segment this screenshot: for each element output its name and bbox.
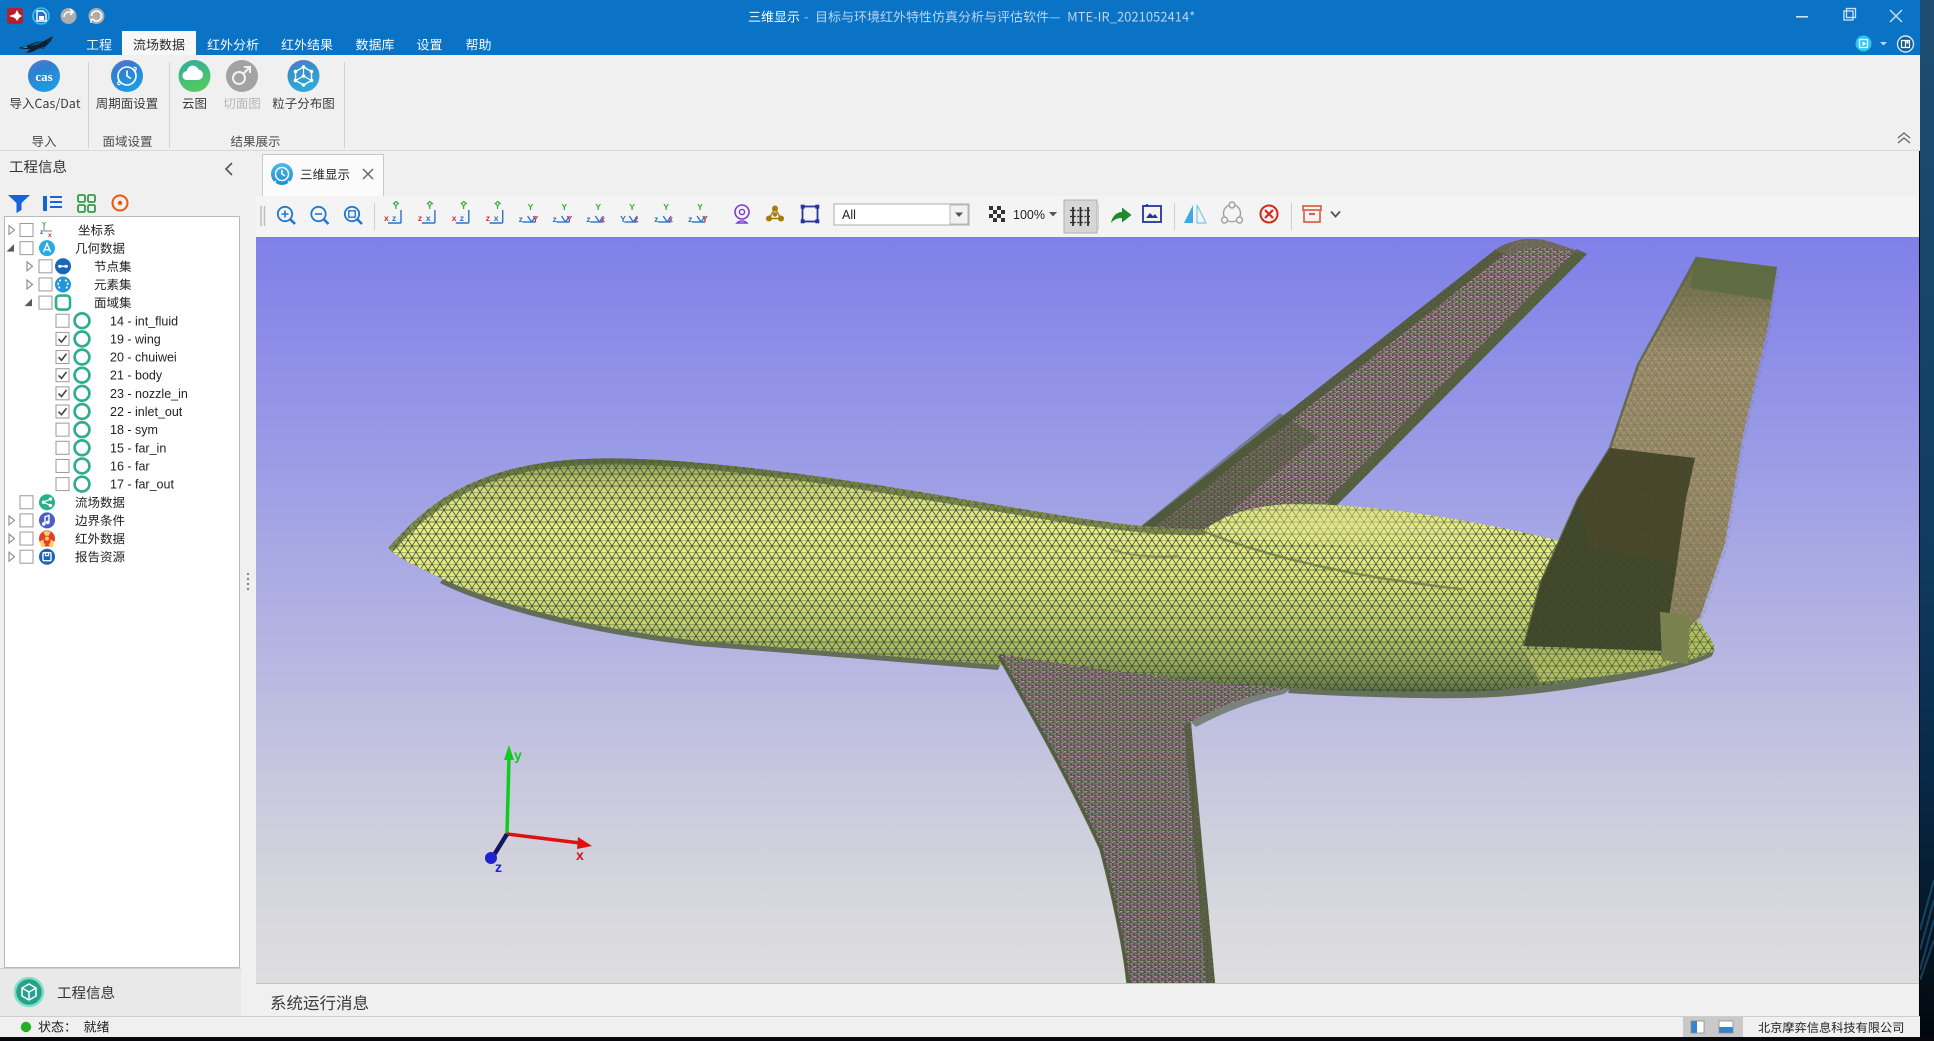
svg-text:z: z xyxy=(495,859,502,875)
svg-text:y: y xyxy=(514,747,522,763)
svg-text:x: x xyxy=(576,847,584,863)
